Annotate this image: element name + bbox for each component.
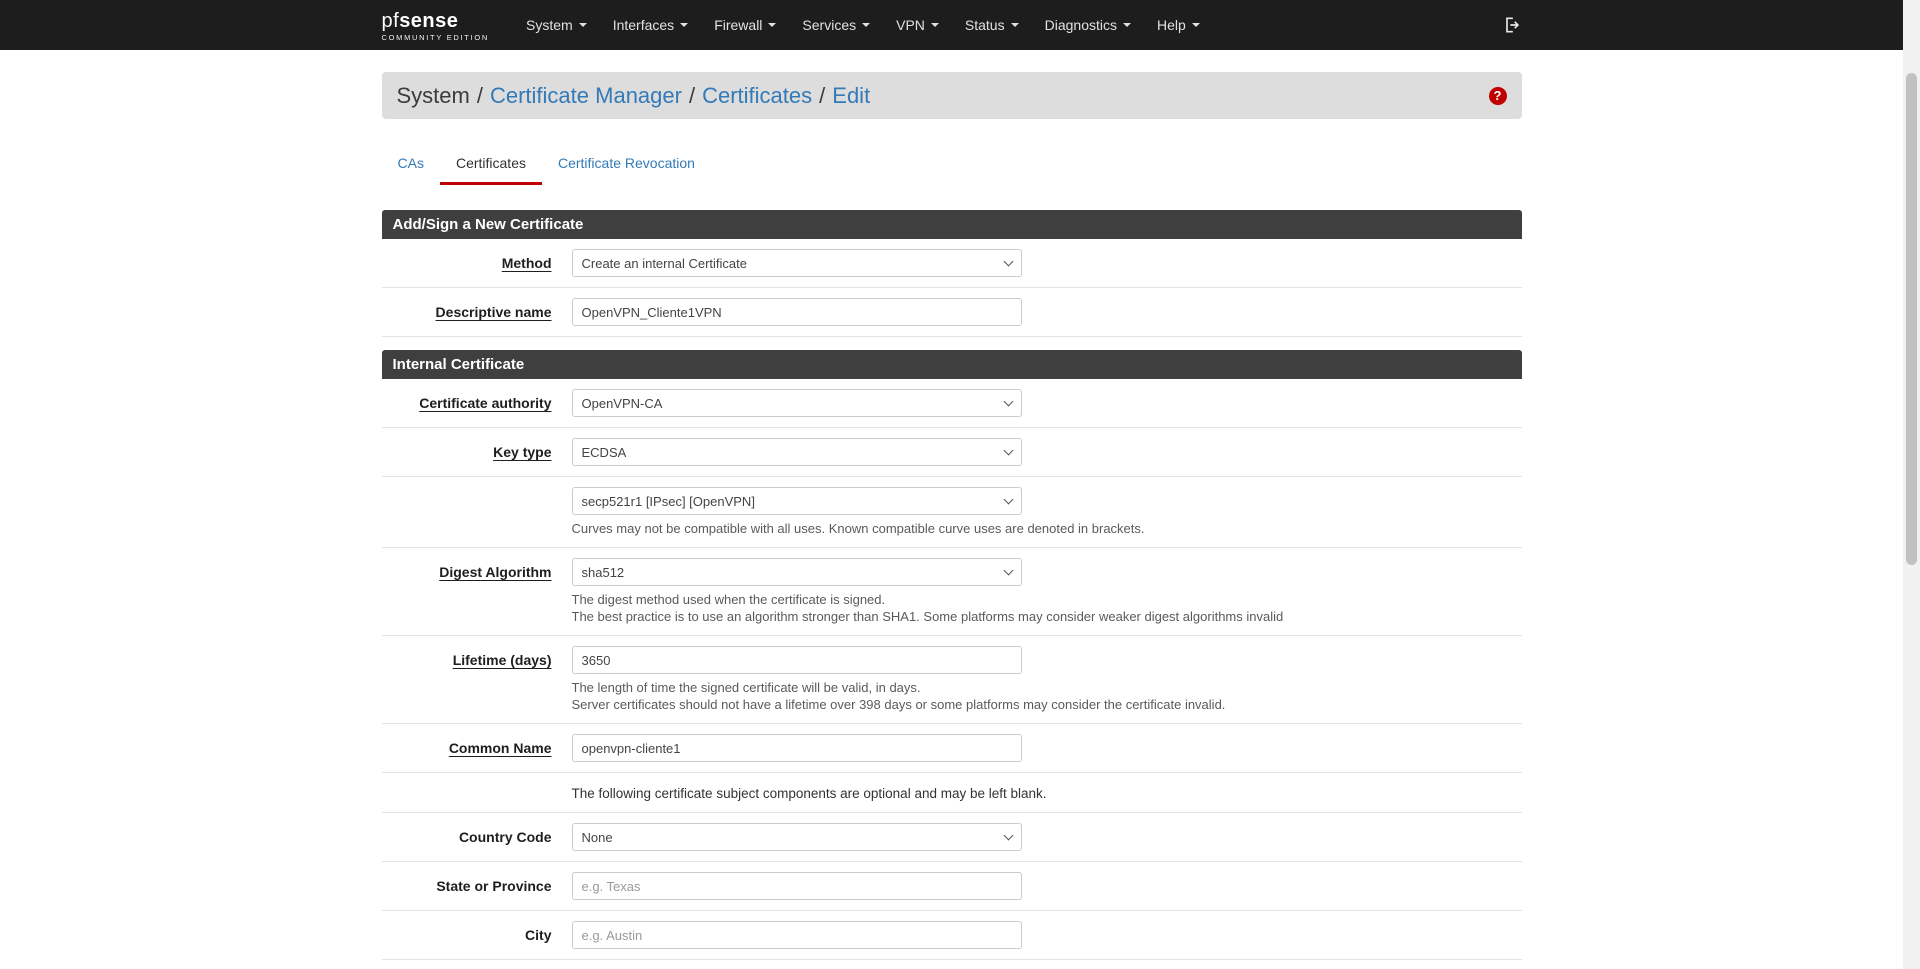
logout-icon[interactable] bbox=[1502, 15, 1522, 35]
menu-status[interactable]: Status bbox=[952, 0, 1032, 50]
country-code-label: Country Code bbox=[458, 829, 552, 845]
tab-certificate-revocation[interactable]: Certificate Revocation bbox=[542, 146, 711, 185]
chevron-down-icon bbox=[1010, 23, 1019, 27]
form-row-common-name: Common Name bbox=[381, 724, 1522, 773]
tab-certificates[interactable]: Certificates bbox=[439, 146, 542, 185]
certificate-authority-label: Certificate authority bbox=[419, 395, 552, 411]
page-scrollbar[interactable] bbox=[1903, 0, 1920, 969]
form-row-descriptive-name: Descriptive name bbox=[381, 288, 1522, 337]
chevron-down-icon bbox=[930, 23, 939, 27]
lifetime-input[interactable] bbox=[571, 646, 1022, 674]
form-row-lifetime: Lifetime (days) The length of time the s… bbox=[381, 636, 1522, 724]
chevron-down-icon bbox=[862, 23, 871, 27]
chevron-down-icon bbox=[1122, 23, 1131, 27]
menu-system[interactable]: System bbox=[513, 0, 600, 50]
panel-internal-certificate: Internal Certificate Certificate authori… bbox=[381, 350, 1522, 960]
form-row-certificate-authority: Certificate authority OpenVPN-CA bbox=[381, 379, 1522, 428]
common-name-input[interactable] bbox=[571, 734, 1022, 762]
pfsense-logo[interactable]: pfsense COMMUNITY EDITION bbox=[382, 9, 490, 42]
panel-title: Add/Sign a New Certificate bbox=[381, 210, 1522, 239]
common-name-label: Common Name bbox=[448, 740, 552, 756]
method-select[interactable]: Create an internal Certificate bbox=[571, 249, 1022, 277]
menu-diagnostics[interactable]: Diagnostics bbox=[1032, 0, 1144, 50]
form-row-key-type: Key type ECDSA bbox=[381, 428, 1522, 477]
form-row-state: State or Province bbox=[381, 862, 1522, 911]
state-input[interactable] bbox=[571, 872, 1022, 900]
state-label: State or Province bbox=[436, 878, 552, 894]
digest-algorithm-select[interactable]: sha512 bbox=[571, 558, 1022, 586]
menu-vpn[interactable]: VPN bbox=[883, 0, 952, 50]
brand-tagline: COMMUNITY EDITION bbox=[381, 32, 490, 42]
form-row-subject-note: The following certificate subject compon… bbox=[381, 773, 1522, 813]
method-label: Method bbox=[501, 255, 552, 271]
help-icon[interactable]: ? bbox=[1488, 86, 1507, 105]
key-type-label: Key type bbox=[493, 444, 552, 460]
menu-services[interactable]: Services bbox=[789, 0, 883, 50]
chevron-down-icon bbox=[768, 23, 777, 27]
descriptive-name-label: Descriptive name bbox=[435, 304, 552, 320]
chevron-down-icon bbox=[680, 23, 689, 27]
city-label: City bbox=[525, 927, 552, 943]
breadcrumb-edit[interactable]: Edit bbox=[832, 83, 870, 109]
tab-cas[interactable]: CAs bbox=[382, 146, 440, 185]
top-navbar: pfsense COMMUNITY EDITION System Interfa… bbox=[0, 0, 1903, 50]
country-code-select[interactable]: None bbox=[571, 823, 1022, 851]
form-row-curve: secp521r1 [IPsec] [OpenVPN] Curves may n… bbox=[381, 477, 1522, 548]
page: pfsense COMMUNITY EDITION System Interfa… bbox=[0, 0, 1903, 960]
city-input[interactable] bbox=[571, 921, 1022, 949]
digest-algorithm-label: Digest Algorithm bbox=[439, 564, 552, 580]
panel-title: Internal Certificate bbox=[381, 350, 1522, 379]
subject-components-note: The following certificate subject compon… bbox=[571, 786, 1047, 801]
spacer-label bbox=[382, 487, 552, 537]
menu-firewall[interactable]: Firewall bbox=[701, 0, 789, 50]
breadcrumb: System / Certificate Manager / Certifica… bbox=[381, 72, 1522, 119]
form-row-method: Method Create an internal Certificate bbox=[381, 239, 1522, 288]
descriptive-name-input[interactable] bbox=[571, 298, 1022, 326]
scrollbar-thumb[interactable] bbox=[1906, 73, 1917, 565]
chevron-down-icon bbox=[578, 23, 587, 27]
breadcrumb-certificate-manager[interactable]: Certificate Manager bbox=[490, 83, 682, 109]
menu-interfaces[interactable]: Interfaces bbox=[600, 0, 701, 50]
form-row-digest-algorithm: Digest Algorithm sha512 The digest metho… bbox=[381, 548, 1522, 636]
curve-help-text: Curves may not be compatible with all us… bbox=[571, 521, 1145, 536]
key-type-select[interactable]: ECDSA bbox=[571, 438, 1022, 466]
lifetime-label: Lifetime (days) bbox=[452, 652, 552, 668]
main-menu: System Interfaces Firewall Services VPN … bbox=[513, 0, 1213, 50]
tab-bar: CAs Certificates Certificate Revocation bbox=[382, 146, 1522, 185]
form-row-country-code: Country Code None bbox=[381, 813, 1522, 862]
digest-help-text: The digest method used when the certific… bbox=[571, 592, 1284, 624]
breadcrumb-section: System bbox=[396, 82, 470, 108]
certificate-authority-select[interactable]: OpenVPN-CA bbox=[571, 389, 1022, 417]
lifetime-help-text: The length of time the signed certificat… bbox=[571, 680, 1226, 712]
menu-help[interactable]: Help bbox=[1144, 0, 1213, 50]
form-row-city: City bbox=[381, 911, 1522, 960]
breadcrumb-certificates[interactable]: Certificates bbox=[702, 83, 812, 109]
panel-add-sign-certificate: Add/Sign a New Certificate Method Create… bbox=[381, 210, 1522, 337]
chevron-down-icon bbox=[1191, 23, 1200, 27]
spacer-label bbox=[382, 783, 552, 802]
brand-name: pfsense bbox=[381, 9, 459, 32]
curve-select[interactable]: secp521r1 [IPsec] [OpenVPN] bbox=[571, 487, 1022, 515]
